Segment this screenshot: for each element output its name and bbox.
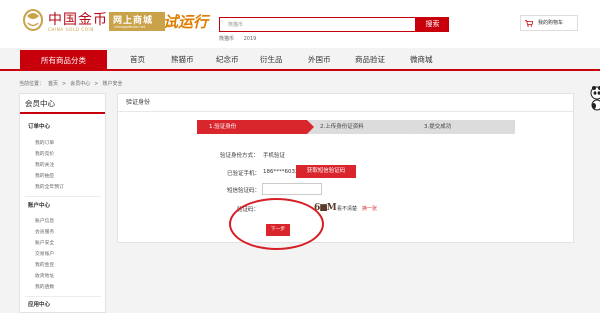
- sidebar-group-orders: 订单中心: [28, 124, 51, 130]
- step-arrow: [307, 120, 314, 134]
- sidebar-title: 会员中心: [20, 94, 105, 114]
- step-arrow: [411, 120, 418, 134]
- verify-method-label: 验证身份方式：: [220, 153, 259, 159]
- get-sms-code-button[interactable]: 获取短信验证码: [296, 165, 356, 178]
- gold-coin-logo-icon: [23, 9, 43, 31]
- sidebar-item-shipping-address[interactable]: 收货地址: [35, 272, 54, 279]
- nav-item-home[interactable]: 首页: [130, 50, 145, 69]
- annotation-circle: [229, 198, 324, 250]
- sms-code-label: 短信验证码：: [227, 188, 261, 194]
- sidebar-group-account: 账户中心: [28, 203, 51, 209]
- logo-english-text: CHINA GOLD COIN: [48, 27, 94, 32]
- nav-item-derivatives[interactable]: 衍生品: [260, 50, 283, 69]
- step-submit-success: 3.提交成功: [412, 120, 515, 134]
- breadcrumb-current: 账户安全: [102, 81, 123, 87]
- sidebar-item-trading-account[interactable]: 交易账户: [35, 250, 54, 257]
- all-categories-menu[interactable]: 所有商品分类: [20, 50, 107, 71]
- nav-item-panda-coins[interactable]: 熊猫币: [171, 50, 194, 69]
- panel-title: 验证身份: [118, 94, 573, 112]
- sms-code-input[interactable]: [262, 183, 322, 195]
- member-sidebar: 会员中心 订单中心 我的订单 我的竞价 我的关注 我的抽签 我的全年预订 账户中…: [19, 93, 106, 313]
- panda-float-icon[interactable]: [588, 85, 600, 111]
- nav-item-foreign-coins[interactable]: 外国币: [308, 50, 331, 69]
- logo-chinese-text: 中国金币: [48, 12, 108, 28]
- sidebar-item-account-security[interactable]: 账户安全: [35, 239, 54, 246]
- sidebar-item-my-lottery[interactable]: 我的抽签: [35, 172, 54, 179]
- captcha-unclear-text: 看不清楚: [337, 206, 358, 212]
- step-label: 3.提交成功: [424, 124, 452, 130]
- sidebar-item-my-follows[interactable]: 我的关注: [35, 161, 54, 168]
- cart-label: 我的购物车: [538, 20, 564, 26]
- search-input[interactable]: 熊猫币: [219, 17, 416, 32]
- online-shop-badge: 网上商城 chinagoldcoin.net: [109, 12, 165, 31]
- sidebar-divider: [25, 296, 101, 297]
- breadcrumb-home[interactable]: 首页: [48, 81, 58, 87]
- shopping-cart-button[interactable]: 我的购物车: [520, 15, 578, 31]
- hot-word-link[interactable]: 2019: [244, 36, 257, 42]
- step-upload-id: 2.上传身份证资料: [308, 120, 418, 134]
- step-verify-identity: 1.验证身份: [197, 120, 314, 134]
- sidebar-item-my-letters[interactable]: 我的函数: [35, 283, 54, 290]
- trial-run-slogan: 试运行: [163, 13, 209, 31]
- sidebar-item-my-orders[interactable]: 我的订单: [35, 139, 54, 146]
- search-button[interactable]: 搜索: [416, 17, 449, 32]
- hot-word-link[interactable]: 熊猫币: [219, 36, 234, 42]
- step-label: 1.验证身份: [209, 124, 237, 130]
- nav-item-micro-mall[interactable]: 微商城: [410, 50, 433, 69]
- cart-icon: [525, 20, 533, 27]
- nav-item-commemorative-coins[interactable]: 纪念币: [216, 50, 239, 69]
- sidebar-item-member-service[interactable]: 会员服务: [35, 228, 54, 235]
- sidebar-item-my-gold-beans[interactable]: 我的金豆: [35, 261, 54, 268]
- breadcrumb-separator: >: [94, 81, 99, 87]
- verify-identity-panel: 验证身份 1.验证身份 2.上传身份证资料 3.提交成功 验证身份方式： 手机验…: [117, 93, 574, 243]
- sidebar-group-apps: 应用中心: [28, 302, 51, 308]
- breadcrumb: 当前位置： 首页 > 会员中心 > 账户安全: [19, 80, 126, 87]
- verify-method-value: 手机验证: [263, 153, 286, 159]
- site-header: 中国金币 CHINA GOLD COIN 网上商城 chinagoldcoin.…: [0, 0, 600, 48]
- verified-phone-value: 186****6033: [263, 169, 299, 175]
- nav-item-product-verification[interactable]: 商品验证: [355, 50, 385, 69]
- captcha-refresh-link[interactable]: 换一张: [362, 205, 377, 212]
- online-shop-domain: chinagoldcoin.net: [114, 25, 146, 29]
- verified-phone-label: 已验证手机：: [227, 171, 261, 177]
- hot-search-words: 熊猫币 2019: [219, 35, 264, 42]
- sidebar-item-my-bids[interactable]: 我的竞价: [35, 150, 54, 157]
- breadcrumb-separator: >: [62, 81, 67, 87]
- step-label: 2.上传身份证资料: [320, 124, 364, 130]
- sidebar-item-account-info[interactable]: 账户信息: [35, 217, 54, 224]
- breadcrumb-member-center[interactable]: 会员中心: [70, 81, 90, 87]
- breadcrumb-prefix: 当前位置：: [19, 81, 45, 87]
- sidebar-item-annual-preorder[interactable]: 我的全年预订: [35, 183, 64, 190]
- sidebar-divider: [25, 196, 101, 197]
